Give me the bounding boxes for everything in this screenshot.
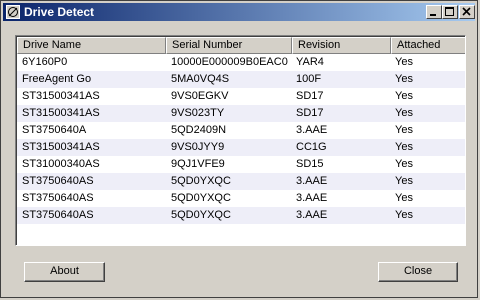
table-row[interactable]: ST3750640AS 5QD0YXQC 3.AAE Yes	[17, 173, 465, 190]
about-button[interactable]: About	[24, 262, 105, 282]
cell-revision: YAR4	[296, 56, 324, 68]
cell-serial-number: 5MA0VQ4S	[171, 73, 230, 85]
cell-serial-number: 10000E000009B0EAC0	[171, 56, 288, 68]
cell-serial-number: 5QD0YXQC	[171, 192, 231, 204]
title-bar[interactable]: Drive Detect	[3, 3, 475, 21]
maximize-icon	[445, 7, 454, 16]
cell-revision: 3.AAE	[296, 209, 328, 221]
cell-serial-number: 9VS023TY	[171, 107, 225, 119]
close-icon	[462, 7, 471, 16]
table-row[interactable]: ST3750640AS 5QD0YXQC 3.AAE Yes	[17, 207, 465, 224]
minimize-icon	[430, 14, 436, 16]
cell-attached: Yes	[395, 175, 413, 187]
cell-revision: 3.AAE	[296, 192, 328, 204]
cell-drive-name: ST31500341AS	[22, 107, 100, 119]
cell-attached: Yes	[395, 56, 413, 68]
cell-attached: Yes	[395, 90, 413, 102]
drive-detect-icon	[6, 5, 20, 19]
table-row[interactable]: ST3750640AS 5QD0YXQC 3.AAE Yes	[17, 190, 465, 207]
cell-serial-number: 5QD0YXQC	[171, 175, 231, 187]
cell-drive-name: 6Y160P0	[22, 56, 68, 68]
cell-serial-number: 5QD0YXQC	[171, 209, 231, 221]
cell-revision: CC1G	[296, 141, 327, 153]
cell-serial-number: 5QD2409N	[171, 124, 227, 136]
list-header: Drive Name Serial Number Revision Attach…	[17, 37, 465, 54]
cell-attached: Yes	[395, 73, 413, 85]
table-row[interactable]: ST3750640A 5QD2409N 3.AAE Yes	[17, 122, 465, 139]
cell-attached: Yes	[395, 158, 413, 170]
cell-attached: Yes	[395, 141, 413, 153]
cell-drive-name: ST31500341AS	[22, 141, 100, 153]
column-header-revision[interactable]: Revision	[292, 37, 391, 54]
column-header-serial-number[interactable]: Serial Number	[166, 37, 292, 54]
minimize-button[interactable]	[426, 5, 442, 19]
cell-drive-name: ST3750640AS	[22, 209, 94, 221]
cell-drive-name: ST31000340AS	[22, 158, 100, 170]
cell-revision: SD15	[296, 158, 324, 170]
cell-revision: 100F	[296, 73, 322, 85]
close-window-button[interactable]	[459, 5, 475, 19]
column-header-drive-name[interactable]: Drive Name	[17, 37, 166, 54]
close-button[interactable]: Close	[378, 262, 458, 282]
cell-attached: Yes	[395, 107, 413, 119]
column-header-attached[interactable]: Attached	[391, 37, 465, 54]
table-row[interactable]: ST31000340AS 9QJ1VFE9 SD15 Yes	[17, 156, 465, 173]
cell-revision: 3.AAE	[296, 124, 328, 136]
cell-serial-number: 9QJ1VFE9	[171, 158, 225, 170]
drive-detect-window: Drive Detect Drive Name Serial Number Re…	[0, 0, 478, 298]
cell-revision: SD17	[296, 107, 324, 119]
cell-drive-name: ST31500341AS	[22, 90, 100, 102]
table-row[interactable]: ST31500341AS 9VS0JYY9 CC1G Yes	[17, 139, 465, 156]
window-title: Drive Detect	[24, 5, 95, 19]
cell-attached: Yes	[395, 124, 413, 136]
cell-attached: Yes	[395, 192, 413, 204]
table-row[interactable]: ST31500341AS 9VS0EGKV SD17 Yes	[17, 88, 465, 105]
cell-drive-name: FreeAgent Go	[22, 73, 92, 85]
cell-serial-number: 9VS0EGKV	[171, 90, 229, 102]
cell-revision: 3.AAE	[296, 175, 328, 187]
table-row[interactable]: 6Y160P0 10000E000009B0EAC0 YAR4 Yes	[17, 54, 465, 71]
maximize-button[interactable]	[442, 5, 458, 19]
table-row[interactable]: ST31500341AS 9VS023TY SD17 Yes	[17, 105, 465, 122]
cell-serial-number: 9VS0JYY9	[171, 141, 225, 153]
cell-revision: SD17	[296, 90, 324, 102]
table-row[interactable]: FreeAgent Go 5MA0VQ4S 100F Yes	[17, 71, 465, 88]
cell-drive-name: ST3750640AS	[22, 175, 94, 187]
list-rows: 6Y160P0 10000E000009B0EAC0 YAR4 Yes FreeAgen…	[17, 54, 465, 224]
drive-list[interactable]: Drive Name Serial Number Revision Attach…	[15, 35, 466, 246]
cell-attached: Yes	[395, 209, 413, 221]
cell-drive-name: ST3750640A	[22, 124, 87, 136]
cell-drive-name: ST3750640AS	[22, 192, 94, 204]
